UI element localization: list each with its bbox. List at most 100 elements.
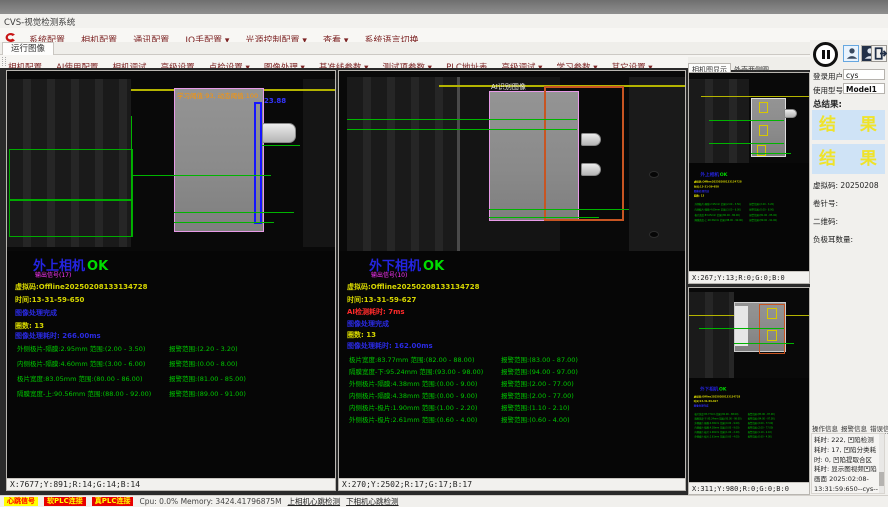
camera-subinfo: 输出信号(17) — [35, 270, 71, 279]
bright-region — [735, 306, 748, 346]
result-text-outer-lower: 外下相机OK 输出信号(10) 虚拟码:Offline2025020813313… — [339, 251, 669, 481]
overlay-baseline-yellow — [701, 96, 809, 97]
measure-row: 极片宽度:83.05mm 范围:(80.00 - 86.00)报警范围:(81.… — [7, 373, 337, 383]
window-top-border — [0, 0, 888, 14]
log-tab-strip: 操作信息报警信息错误信息 — [812, 423, 888, 433]
electrode-tab — [784, 109, 797, 118]
login-user-label: 登录用户: — [813, 71, 846, 82]
result-indicator-2: 结 果 — [812, 144, 885, 174]
overlay-roi-green — [9, 149, 133, 201]
measure-row: 外侧极片-极片:2.61mm 范围:(0.60 - 4.00)报警范围:(0.6… — [339, 414, 669, 424]
measure-row: 隔膜宽度-下:95.24mm 范围:(93.00 - 98.00)报警范围:(9… — [339, 366, 669, 376]
electrode-tab — [581, 133, 601, 146]
tab-strip: 运行图像 — [0, 42, 888, 55]
cpu-memory-text: Cpu: 0.0% Memory: 3424.41796875M — [139, 497, 281, 506]
result-text-outer-upper: 外上相机OK 输出信号(17) 虚拟码:Offline2025020813313… — [7, 251, 337, 481]
ok-status: OK — [87, 259, 108, 274]
elapsed-line: 图像处理耗时: 162.00ms — [347, 341, 433, 351]
toolbar-grip-icon[interactable] — [2, 57, 6, 66]
pixel-coordinate-bar: X:270;Y:2502;R:17;G:17;B:17 — [339, 478, 685, 490]
status-bar: 心跳信号 软PLC连接 真PLC连接 Cpu: 0.0% Memory: 342… — [0, 495, 888, 507]
measure-row: 内侧极片-极片:1.90mm 范围:(1.00 - 2.20)报警范围:(1.1… — [339, 402, 669, 412]
electrode-tab — [262, 123, 296, 143]
titlebar[interactable]: CVS-视觉检测系统 — [0, 14, 888, 29]
machinery-hole — [649, 171, 659, 178]
threshold-annotation: 学习阈值:93, 动态阈值:100 — [177, 90, 258, 100]
virtual-code-label: 虚拟码: 20250208 — [813, 180, 879, 191]
result-indicator-1: 结 果 — [812, 110, 885, 140]
overlay-line-green — [734, 343, 794, 344]
camera-subinfo: 输出信号(10) — [371, 270, 407, 279]
small-image-1[interactable] — [689, 73, 809, 163]
log-scrollbar[interactable] — [879, 434, 884, 493]
virtual-code-value: 20250208 — [840, 181, 878, 190]
overlay-roi-orange — [544, 86, 624, 221]
overlay-line-green — [174, 212, 294, 213]
overlay-box-yellow — [767, 330, 777, 341]
time-line: 时间:13-31-59-650 — [15, 295, 84, 305]
small-image-2[interactable] — [689, 288, 809, 378]
log-scrollbar-thumb[interactable] — [879, 472, 884, 486]
measure-row: 外侧极片-隔膜:2.95mm 范围:(2.00 - 3.50)报警范围:(2.2… — [7, 343, 337, 353]
measure-value-label: 23.88 — [264, 97, 286, 105]
small-view-2: 外下相机OK 虚拟码:Offline20250208133134728 时间:1… — [688, 287, 810, 495]
electrode-tab — [581, 163, 601, 176]
process-done-line: 图像处理完成 — [347, 319, 389, 329]
qr-code-label: 二维码: — [813, 216, 838, 227]
user-login-button[interactable] — [843, 45, 859, 62]
turns-line: 圈数: 13 — [347, 330, 376, 340]
overlay-roi-green — [9, 199, 133, 237]
negative-tab-count-label: 负极耳数量: — [813, 234, 853, 245]
camera-view-outer-upper: 学习阈值:93, 动态阈值:100 23.88 外上相机OK 输出信号(17) … — [6, 70, 336, 491]
small-view-1: 外上相机OK 虚拟码:Offline20250208133134728 时间:1… — [688, 72, 810, 284]
pixel-coordinate-bar: X:311;Y:980;R:0;G:0;B:0 — [689, 482, 809, 494]
turns-line: 圈数: 13 — [15, 321, 44, 331]
measure-row: 内侧极片-隔膜:4.60mm 范围:(3.00 - 6.00)报警范围:(0.0… — [7, 358, 337, 368]
model-label: 使用型号: — [813, 85, 846, 96]
app-logo-icon — [4, 29, 17, 42]
overlay-line-green — [174, 222, 274, 223]
exit-button[interactable] — [871, 45, 887, 62]
process-done-line: 图像处理完成 — [15, 308, 57, 318]
overlay-line-green — [489, 209, 629, 210]
log-text: 耗时: 222, 凹陷检测耗时: 17, 凹陷分类耗时: 0, 凹陷提取合区耗时… — [814, 436, 878, 494]
lower-camera-heartbeat-link[interactable]: 下相机心跳检测 — [346, 496, 399, 507]
user-icon — [845, 46, 859, 61]
tab-run-image[interactable]: 运行图像 — [2, 42, 54, 55]
measure-row: 外侧极片-隔膜:4.38mm 范围:(0.00 - 9.00)报警范围:(2.0… — [339, 378, 669, 388]
virtual-code-line: 虚拟码:Offline20250208133134728 — [15, 282, 148, 292]
model-field[interactable]: Model1 — [843, 83, 885, 94]
part-region — [174, 88, 264, 232]
machinery-band — [689, 79, 749, 163]
menubar: 系统配置 相机配置 通讯配置 IO手配置 ▾ 光源控制配置 ▾ 查看 ▾ 系统语… — [0, 28, 888, 43]
real-plc-badge: 真PLC连接 — [92, 497, 134, 506]
overlay-line-green — [131, 116, 132, 236]
upper-camera-heartbeat-link[interactable]: 上相机心跳检测 — [288, 496, 341, 507]
machinery-band — [303, 79, 335, 247]
measure-row: 极片宽度:83.77mm 范围:(82.00 - 88.00)报警范围:(83.… — [339, 354, 669, 364]
overlay-line-green — [347, 119, 577, 120]
machinery-band — [347, 77, 457, 251]
camera-image-outer-upper[interactable]: 学习阈值:93, 动态阈值:100 23.88 — [7, 71, 335, 251]
login-user-field[interactable]: cys — [843, 69, 885, 80]
small-view-tabs: 相机图显示外壳两侧图极耳两侧图 — [688, 57, 810, 70]
pixel-coordinate-bar: X:7677;Y:891;R:14;G:14;B:14 — [7, 478, 335, 490]
right-control-panel: 登录用户: cys 使用型号: Model1 总结果: 结 果 结 果 虚拟码:… — [810, 40, 888, 495]
log-output-area[interactable]: 耗时: 222, 凹陷检测耗时: 17, 凹陷分类耗时: 0, 凹陷提取合区耗时… — [811, 433, 885, 494]
machinery-band — [629, 77, 685, 251]
overlay-box-yellow — [767, 308, 777, 319]
measure-row: 内侧极片-隔膜:4.38mm 范围:(0.00 - 9.00)报警范围:(2.0… — [339, 390, 669, 400]
overlay-line-green — [699, 328, 784, 329]
virtual-code-line: 虚拟码:Offline20250208133134728 — [347, 282, 480, 292]
measure-row: 隔膜宽度-上:90.56mm 范围:(88.00 - 92.00)报警范围:(8… — [7, 388, 337, 398]
overlay-box-yellow — [759, 125, 768, 136]
overlay-line-green — [751, 153, 791, 154]
heartbeat-badge: 心跳信号 — [4, 497, 38, 506]
small-result-text-2: 外下相机OK 虚拟码:Offline20250208133134728 时间:1… — [691, 384, 807, 465]
application-window: CVS-视觉检测系统 系统配置 相机配置 通讯配置 IO手配置 ▾ 光源控制配置… — [0, 0, 888, 522]
overlay-line-green — [262, 145, 300, 146]
pause-button[interactable] — [813, 42, 838, 67]
camera-image-outer-lower[interactable]: AI识别图像 — [339, 71, 685, 251]
winding-pin-label: 卷针号: — [813, 198, 838, 209]
exit-door-icon — [873, 46, 887, 61]
